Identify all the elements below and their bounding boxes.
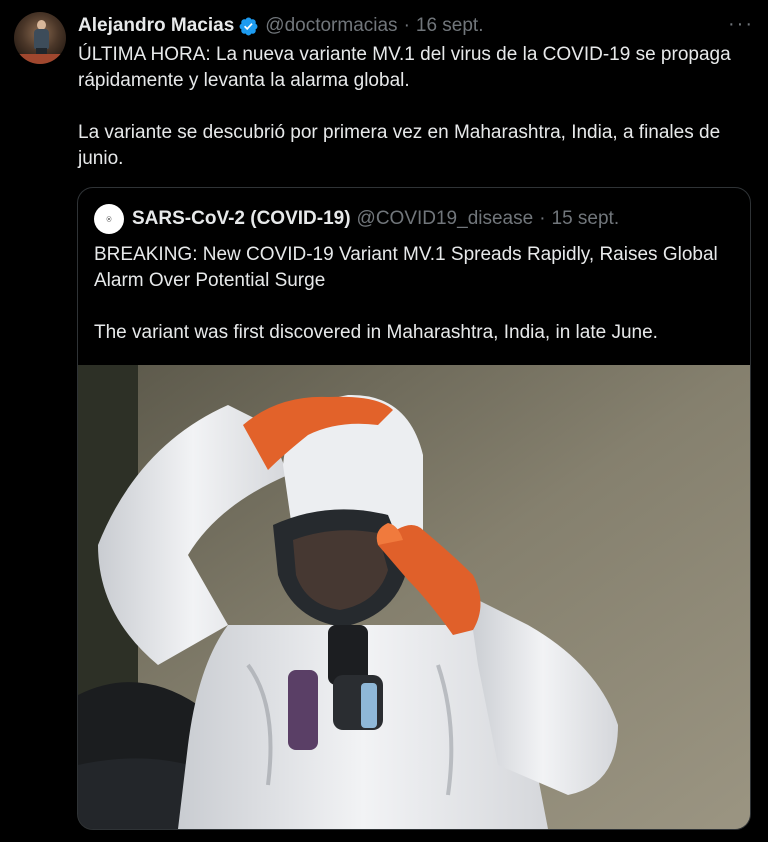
separator: · [539, 208, 546, 229]
author-name[interactable]: Alejandro Macias [78, 15, 234, 37]
hazmat-worker-photo [78, 365, 750, 829]
quoted-paragraph: BREAKING: New COVID-19 Variant MV.1 Spre… [94, 244, 718, 291]
quoted-tweet-header: ⦿ SARS-CoV-2 (COVID-19) @COVID19_disease… [94, 204, 619, 234]
quoted-tweet-date[interactable]: 15 sept. [552, 208, 620, 230]
quoted-author-handle[interactable]: @COVID19_disease [357, 208, 534, 230]
author-avatar[interactable] [14, 12, 66, 64]
verified-badge-icon [238, 16, 259, 37]
tweet-text: ÚLTIMA HORA: La nueva variante MV.1 del … [78, 42, 758, 172]
quoted-tweet-image[interactable] [78, 365, 750, 829]
tweet-date[interactable]: 16 sept. [416, 15, 484, 37]
quoted-tweet-text: BREAKING: New COVID-19 Variant MV.1 Spre… [94, 242, 734, 346]
tweet-header: Alejandro Macias @doctormacias · 16 sept… [78, 12, 484, 40]
quoted-paragraph: The variant was first discovered in Maha… [94, 322, 658, 343]
author-handle[interactable]: @doctormacias [265, 15, 397, 37]
separator: · [403, 15, 410, 36]
quoted-author-avatar[interactable]: ⦿ [94, 204, 124, 234]
quoted-tweet-card[interactable]: ⦿ SARS-CoV-2 (COVID-19) @COVID19_disease… [77, 187, 751, 830]
quoted-author-name[interactable]: SARS-CoV-2 (COVID-19) [132, 208, 351, 230]
tweet-paragraph: ÚLTIMA HORA: La nueva variante MV.1 del … [78, 44, 731, 91]
more-options-icon[interactable]: ··· [728, 14, 754, 34]
tweet-paragraph: La variante se descubrió por primera vez… [78, 122, 721, 169]
